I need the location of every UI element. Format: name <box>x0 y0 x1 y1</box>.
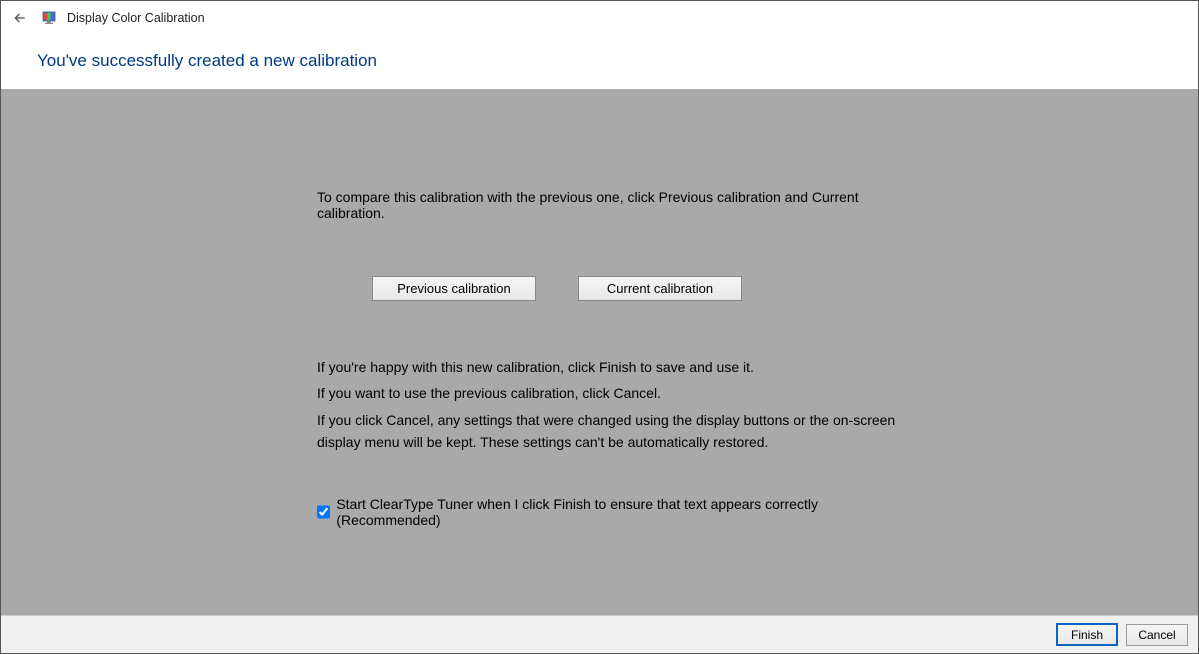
info-warning-text: If you click Cancel, any settings that w… <box>317 409 897 454</box>
info-text-block: If you're happy with this new calibratio… <box>317 356 897 454</box>
info-finish-text: If you're happy with this new calibratio… <box>317 356 897 378</box>
success-heading: You've successfully created a new calibr… <box>37 51 1162 71</box>
wizard-footer: Finish Cancel <box>1 615 1198 653</box>
cleartype-checkbox-label[interactable]: Start ClearType Tuner when I click Finis… <box>336 496 897 528</box>
previous-calibration-button[interactable]: Previous calibration <box>372 276 536 301</box>
cleartype-checkbox[interactable] <box>317 505 330 519</box>
titlebar: Display Color Calibration <box>1 1 1198 35</box>
finish-button[interactable]: Finish <box>1056 623 1118 646</box>
cleartype-checkbox-row: Start ClearType Tuner when I click Finis… <box>317 496 897 528</box>
app-icon <box>41 10 57 26</box>
current-calibration-button[interactable]: Current calibration <box>578 276 742 301</box>
back-arrow-icon <box>12 10 28 26</box>
wizard-content: To compare this calibration with the pre… <box>1 89 1198 618</box>
compare-instruction-text: To compare this calibration with the pre… <box>317 189 897 221</box>
info-cancel-text: If you want to use the previous calibrat… <box>317 382 897 404</box>
calibration-buttons-row: Previous calibration Current calibration <box>372 276 897 301</box>
wizard-header: You've successfully created a new calibr… <box>1 35 1198 89</box>
back-arrow-button[interactable] <box>9 7 31 29</box>
window-title: Display Color Calibration <box>67 11 205 25</box>
cancel-button[interactable]: Cancel <box>1126 624 1188 646</box>
